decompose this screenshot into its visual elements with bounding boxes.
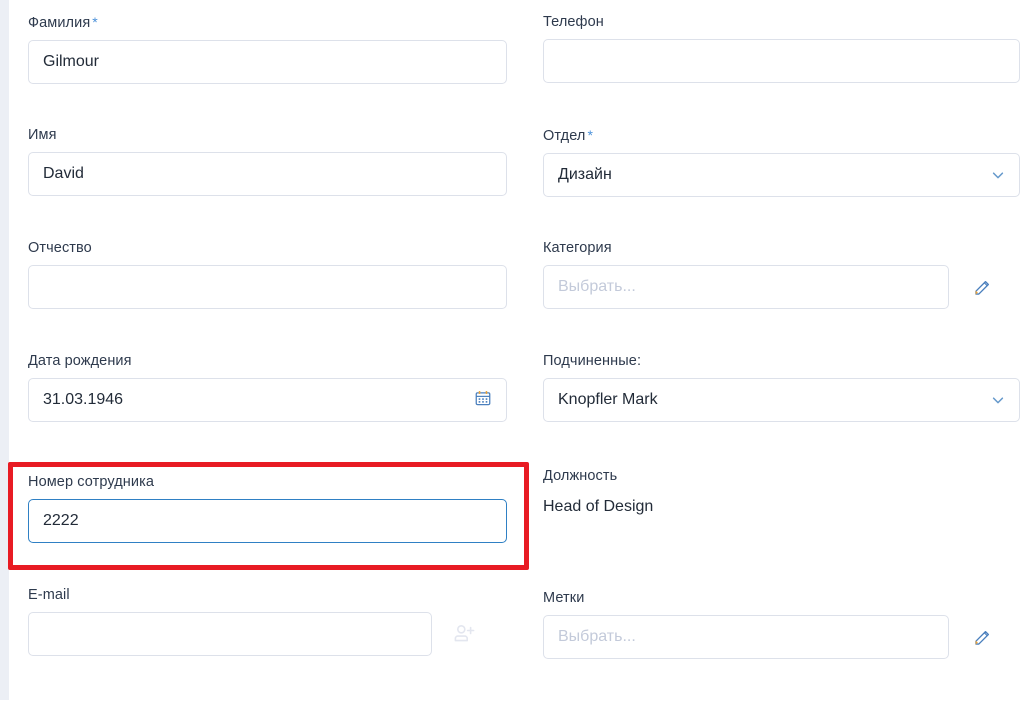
- field-position: Должность Head of Design: [543, 468, 1020, 517]
- required-asterisk-last-name: *: [92, 14, 98, 30]
- label-tags: Метки: [543, 590, 585, 606]
- pencil-edit-icon-category[interactable]: [960, 265, 1004, 309]
- label-department: Отдел *: [543, 127, 1020, 145]
- field-middle-name: Отчество: [28, 240, 507, 309]
- select-subordinates[interactable]: Knopfler Mark: [543, 378, 1020, 422]
- label-position: Должность: [543, 468, 618, 484]
- field-first-name: Имя: [28, 127, 507, 196]
- email-input-row: [28, 612, 507, 656]
- input-birth-date-wrapper[interactable]: 31.03.1946: [28, 378, 507, 422]
- input-birth-date-value: 31.03.1946: [43, 391, 124, 408]
- select-subordinates-value: Knopfler Mark: [558, 391, 658, 408]
- field-subordinates: Подчиненные: Knopfler Mark: [543, 353, 1020, 422]
- field-birth-date: Дата рождения 31.03.1946: [28, 353, 507, 422]
- field-category: Категория: [543, 240, 1020, 309]
- field-email: E-mail: [28, 587, 507, 656]
- chevron-down-icon: [991, 168, 1005, 182]
- input-first-name[interactable]: [28, 152, 507, 196]
- label-employee-number: Номер сотрудника: [28, 474, 155, 490]
- select-department-value: Дизайн: [558, 166, 612, 183]
- label-last-name-text: Фамилия: [28, 15, 91, 31]
- input-phone[interactable]: [543, 39, 1020, 83]
- pencil-edit-icon-tags[interactable]: [960, 615, 1004, 659]
- input-email[interactable]: [28, 612, 432, 656]
- label-last-name: Фамилия *: [28, 14, 507, 32]
- field-phone: Телефон: [543, 14, 1020, 83]
- label-phone: Телефон: [543, 14, 604, 30]
- input-tags[interactable]: [543, 615, 949, 659]
- input-middle-name[interactable]: [28, 265, 507, 309]
- calendar-icon[interactable]: [474, 389, 492, 412]
- label-birth-date: Дата рождения: [28, 353, 132, 369]
- field-employee-number: Номер сотрудника: [28, 474, 507, 543]
- label-department-text: Отдел: [543, 128, 586, 144]
- employee-form: Фамилия* Телефон Имя Отдел* Дизайн Отчес…: [0, 0, 1035, 716]
- required-asterisk-department: *: [587, 127, 594, 143]
- value-position: Head of Design: [543, 498, 654, 515]
- input-employee-number[interactable]: [28, 499, 507, 543]
- field-tags: Метки: [543, 590, 1020, 659]
- input-last-name[interactable]: [28, 40, 507, 84]
- label-subordinates: Подчиненные:: [543, 353, 642, 369]
- chevron-down-icon: [991, 393, 1005, 407]
- category-input-row: [543, 265, 1020, 309]
- label-category: Категория: [543, 240, 612, 256]
- label-middle-name: Отчество: [28, 240, 92, 256]
- select-department[interactable]: Дизайн: [543, 153, 1020, 197]
- label-email: E-mail: [28, 587, 70, 603]
- field-department: Отдел * Дизайн: [543, 127, 1020, 197]
- input-category[interactable]: [543, 265, 949, 309]
- tags-input-row: [543, 615, 1020, 659]
- label-first-name: Имя: [28, 127, 57, 143]
- field-last-name: Фамилия *: [28, 14, 507, 84]
- add-user-icon[interactable]: [442, 612, 486, 656]
